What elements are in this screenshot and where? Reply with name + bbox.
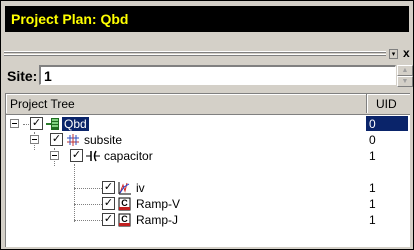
site-spinner[interactable]: ▲ ▼: [397, 65, 413, 87]
uid-value: 1: [369, 197, 376, 211]
uid-value: 0: [369, 133, 376, 147]
tree-header: Project Tree UID: [6, 94, 410, 115]
tree-item-label: capacitor: [104, 149, 153, 163]
collapse-icon[interactable]: [30, 135, 39, 144]
column-header-uid[interactable]: UID: [367, 94, 410, 113]
collapse-icon[interactable]: [50, 151, 59, 160]
tree-row-qbd[interactable]: ✓ Qbd 0: [6, 116, 410, 132]
checkbox[interactable]: ✓: [102, 213, 115, 226]
uid-value: 1: [369, 213, 376, 227]
tree-row-capacitor[interactable]: ✓ capacitor 1: [6, 148, 410, 164]
spin-up-icon[interactable]: ▲: [397, 65, 413, 76]
tree-row-subsite[interactable]: ✓ subsite 0: [6, 132, 410, 148]
title-bar[interactable]: Project Plan: Qbd: [5, 6, 409, 32]
site-label: Site:: [7, 68, 38, 84]
capacitor-icon: [86, 150, 100, 162]
uid-value: 1: [369, 181, 376, 195]
site-value: 1: [44, 68, 52, 84]
tree-row-ramp-v[interactable]: ✓ C Ramp-V 1: [6, 196, 410, 212]
iv-plot-icon: [118, 182, 131, 195]
checkbox[interactable]: ✓: [50, 133, 63, 146]
c-doc-icon: C: [118, 197, 131, 211]
uid-cell: 1: [366, 180, 408, 195]
column-header-project-tree[interactable]: Project Tree: [6, 94, 367, 113]
column-header-label: Project Tree: [10, 97, 75, 111]
spin-down-icon[interactable]: ▼: [397, 76, 413, 87]
tree-row-ramp-j[interactable]: ✓ C Ramp-J 1: [6, 212, 410, 228]
checkbox[interactable]: ✓: [102, 181, 115, 194]
tree-item-label: Ramp-J: [136, 213, 179, 227]
checkbox[interactable]: ✓: [70, 149, 83, 162]
project-plan-window: Project Plan: Qbd ▾ x Site: 1 ▲ ▼ Projec…: [0, 0, 414, 250]
close-icon[interactable]: x: [403, 47, 410, 59]
uid-cell: 1: [366, 148, 408, 163]
uid-value: 0: [369, 117, 376, 131]
tree-row-iv[interactable]: ✓ iv 1: [6, 180, 410, 196]
column-header-label: UID: [376, 97, 397, 111]
collapse-icon[interactable]: [10, 119, 19, 128]
grip-line-shadow: [4, 52, 386, 53]
control-bar: ▾ x: [1, 47, 413, 63]
project-icon: [46, 118, 59, 130]
uid-cell: 1: [366, 196, 408, 211]
site-field[interactable]: 1: [39, 65, 396, 85]
tree-item-label: iv: [136, 181, 145, 195]
checkbox[interactable]: ✓: [30, 117, 43, 130]
tree-item-label: Ramp-V: [136, 197, 181, 211]
uid-value: 1: [369, 149, 376, 163]
uid-cell: 0: [366, 132, 408, 147]
c-doc-icon: C: [118, 213, 131, 227]
window-title: Project Plan: Qbd: [11, 11, 129, 27]
uid-cell: 1: [366, 212, 408, 227]
uid-cell: 0: [366, 116, 408, 131]
svg-text:C: C: [121, 214, 128, 224]
subsite-icon: [67, 134, 79, 146]
grip-line-shadow: [4, 55, 386, 56]
tree-item-label: subsite: [84, 133, 123, 147]
svg-text:C: C: [121, 198, 128, 208]
tree-item-label: Qbd: [62, 117, 89, 131]
project-tree-panel[interactable]: Project Tree UID ✓ Qbd 0 ✓ subsite 0 ✓ c…: [5, 93, 410, 247]
dropdown-menu-button[interactable]: ▾: [389, 49, 398, 59]
checkbox[interactable]: ✓: [102, 197, 115, 210]
